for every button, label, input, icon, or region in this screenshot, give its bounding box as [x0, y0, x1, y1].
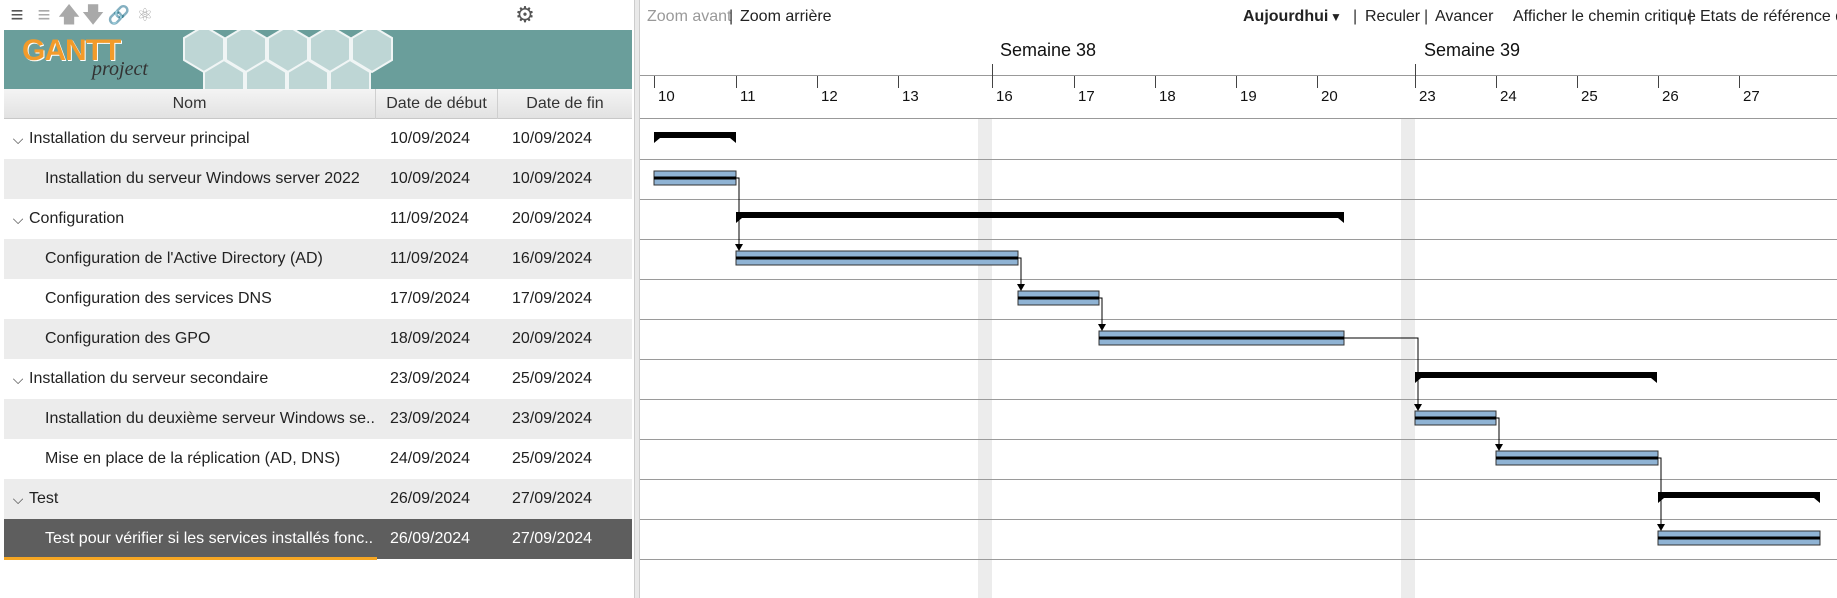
chevron-down-icon[interactable]: ⌵	[10, 119, 26, 159]
task-start-date[interactable]: 24/09/2024	[390, 439, 500, 479]
task-end-date[interactable]: 20/09/2024	[512, 319, 622, 359]
task-row[interactable]: Installation du serveur Windows server 2…	[4, 159, 632, 199]
task-name[interactable]: Configuration	[29, 199, 374, 239]
task-table-header: Nom Date de début Date de fin	[4, 89, 632, 119]
task-start-date[interactable]: 23/09/2024	[390, 359, 500, 399]
chevron-down-icon[interactable]: ⌵	[10, 199, 26, 239]
task-end-date[interactable]: 27/09/2024	[512, 479, 622, 519]
task-name[interactable]: Configuration de l'Active Directory (AD)	[45, 239, 374, 279]
task-start-date[interactable]: 10/09/2024	[390, 159, 500, 199]
task-end-date[interactable]: 23/09/2024	[512, 399, 622, 439]
gantt-bars	[653, 132, 1821, 546]
move-down-icon[interactable]: 🡇	[80, 3, 106, 27]
logo-subtext: project	[92, 58, 148, 80]
arrowhead	[1657, 524, 1665, 531]
task-name[interactable]: Installation du serveur secondaire	[29, 359, 374, 399]
task-name[interactable]: Test	[29, 479, 374, 519]
summary-bar[interactable]	[654, 132, 736, 143]
task-start-date[interactable]: 10/09/2024	[390, 119, 500, 159]
task-name[interactable]: Test pour vérifier si les services insta…	[45, 519, 374, 559]
gear-icon[interactable]: ⚙	[512, 3, 538, 27]
gantt-chart-panel: Zoom avant | Zoom arrière Aujourdhui ▼ |…	[640, 0, 1837, 598]
task-name[interactable]: Configuration des services DNS	[45, 279, 374, 319]
task-row[interactable]: ⌵ Configuration 11/09/2024 20/09/2024	[4, 199, 632, 239]
task-start-date[interactable]: 11/09/2024	[390, 199, 500, 239]
task-table-panel: ≡ ≡ 🡅 🡇 🔗 ⚛ ⚙ GANTT project Nom Date de …	[0, 0, 634, 598]
selection-underline	[4, 557, 377, 560]
task-end-date[interactable]: 20/09/2024	[512, 199, 622, 239]
outdent-icon[interactable]: ≡	[31, 3, 57, 27]
column-header-end[interactable]: Date de fin	[498, 89, 632, 119]
task-end-date[interactable]: 25/09/2024	[512, 359, 622, 399]
task-start-date[interactable]: 26/09/2024	[390, 519, 500, 559]
arrowhead	[1017, 284, 1025, 291]
arrowhead	[735, 244, 743, 251]
chevron-down-icon[interactable]: ⌵	[10, 359, 26, 399]
unlink-icon[interactable]: ⚛	[132, 3, 158, 27]
task-row[interactable]: Test pour vérifier si les services insta…	[4, 519, 632, 559]
task-end-date[interactable]: 17/09/2024	[512, 279, 622, 319]
task-name[interactable]: Mise en place de la réplication (AD, DNS…	[45, 439, 374, 479]
task-row[interactable]: Configuration des GPO 18/09/2024 20/09/202…	[4, 319, 632, 359]
chevron-down-icon[interactable]: ⌵	[10, 479, 26, 519]
summary-bar[interactable]	[1415, 372, 1657, 383]
task-end-date[interactable]: 16/09/2024	[512, 239, 622, 279]
task-row[interactable]: Installation du deuxième serveur Windows…	[4, 399, 632, 439]
task-name[interactable]: Installation du serveur principal	[29, 119, 374, 159]
task-row[interactable]: ⌵ Installation du serveur principal 10/09/…	[4, 119, 632, 159]
ganttproject-logo-banner: GANTT project	[4, 30, 632, 89]
column-header-start[interactable]: Date de début	[376, 89, 498, 119]
column-header-name[interactable]: Nom	[4, 89, 376, 119]
task-name[interactable]: Installation du serveur Windows server 2…	[45, 159, 374, 199]
task-start-date[interactable]: 17/09/2024	[390, 279, 500, 319]
task-name[interactable]: Installation du deuxième serveur Windows…	[45, 399, 374, 439]
summary-bar[interactable]	[1658, 492, 1820, 503]
arrowhead	[1495, 444, 1503, 451]
task-start-date[interactable]: 23/09/2024	[390, 399, 500, 439]
move-up-icon[interactable]: 🡅	[56, 3, 82, 27]
dependency-arrow	[1344, 337, 1419, 410]
task-row[interactable]: Configuration de l'Active Directory (AD)…	[4, 239, 632, 279]
arrowhead	[1098, 324, 1106, 331]
indent-icon[interactable]: ≡	[4, 3, 30, 27]
task-name[interactable]: Configuration des GPO	[45, 319, 374, 359]
task-row[interactable]: Configuration des services DNS 17/09/2024…	[4, 279, 632, 319]
task-end-date[interactable]: 10/09/2024	[512, 159, 622, 199]
task-start-date[interactable]: 18/09/2024	[390, 319, 500, 359]
task-start-date[interactable]: 11/09/2024	[390, 239, 500, 279]
arrowhead	[1414, 404, 1422, 411]
task-row[interactable]: ⌵ Installation du serveur secondaire 23/09…	[4, 359, 632, 399]
task-end-date[interactable]: 25/09/2024	[512, 439, 622, 479]
task-row[interactable]: Mise en place de la réplication (AD, DNS…	[4, 439, 632, 479]
task-end-date[interactable]: 27/09/2024	[512, 519, 622, 559]
summary-bar[interactable]	[736, 212, 1344, 223]
task-start-date[interactable]: 26/09/2024	[390, 479, 500, 519]
task-row[interactable]: ⌵ Test 26/09/2024 27/09/2024	[4, 479, 632, 519]
task-end-date[interactable]: 10/09/2024	[512, 119, 622, 159]
task-toolbar: ≡ ≡ 🡅 🡇 🔗 ⚛ ⚙	[0, 0, 634, 30]
link-icon[interactable]: 🔗	[106, 3, 132, 27]
